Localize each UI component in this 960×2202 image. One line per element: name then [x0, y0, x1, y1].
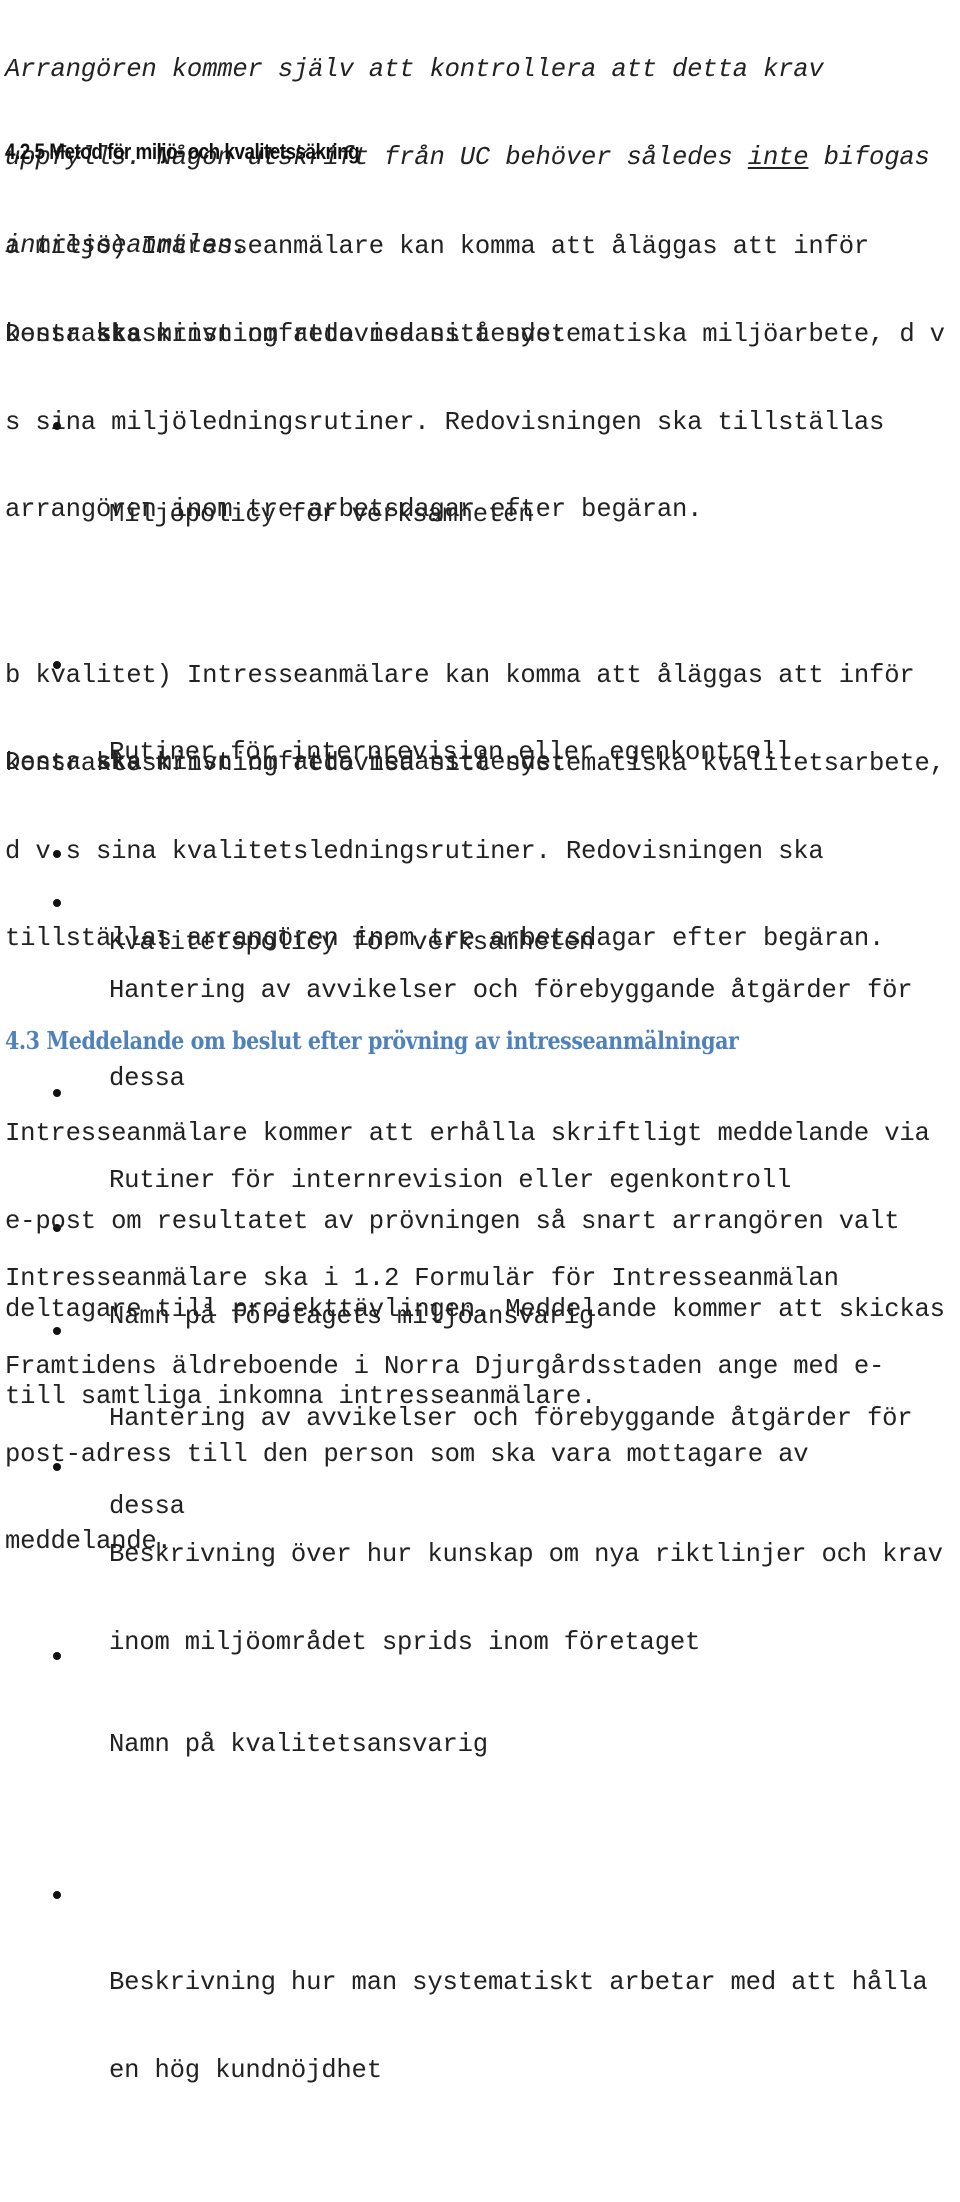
list-intro-text: minst omfatta nedanstående:	[141, 748, 566, 777]
part-a-list-intro: Dessa ska minst omfatta nedanstående:	[5, 320, 566, 349]
list-intro-bold: ska	[95, 748, 142, 777]
list-intro-text: Dessa	[5, 320, 96, 349]
underlined-word: inte	[747, 143, 809, 173]
paragraph-line: a miljö) Intresseanmälare kan komma att …	[5, 232, 870, 262]
list-item-text: Miljöpolicy för verksamheten	[109, 500, 534, 530]
list-item: Namn på kvalitetsansvarig	[5, 1642, 928, 1817]
paragraph-line: Framtidens äldreboende i Norra Djurgårds…	[5, 1352, 885, 1382]
list-item-text: Namn på kvalitetsansvarig	[109, 1730, 488, 1759]
paragraph-line: post-adress till den person som ska vara…	[5, 1439, 809, 1469]
list-intro-text: Dessa	[5, 748, 96, 777]
list-item: Beskrivning hur man systematiskt arbetar…	[5, 1881, 928, 2144]
section-heading-4-3: 4.3 Meddelande om beslut efter prövning …	[5, 1026, 739, 1055]
list-intro-text: minst omfatta nedanstående:	[141, 320, 566, 349]
list-intro-bold: ska	[95, 320, 142, 349]
list-item-text: en hög kundnöjdhet	[109, 2055, 382, 2085]
paragraph-line: b kvalitet) Intresseanmälare kan komma a…	[5, 661, 915, 691]
section-heading-4-2-5: 4.2.5 Metod för miljö- och kvalitetssäkr…	[5, 139, 360, 164]
bullet-icon	[53, 1890, 61, 1899]
intro-line: Arrangören kommer själv att kontrollera …	[5, 55, 824, 85]
paragraph-line: meddelande.	[5, 1527, 172, 1557]
list-item-text: Beskrivning hur man systematiskt arbetar…	[109, 1968, 928, 1998]
part-b-list-intro: Dessa ska minst omfatta nedanstående:	[5, 748, 566, 777]
bullet-icon	[53, 850, 61, 859]
list-item: Miljöpolicy för verksamheten	[5, 412, 943, 587]
intro-line-tail: bifogas	[808, 143, 930, 173]
section-4-3-paragraph-2: Intresseanmälare ska i 1.2 Formulär för …	[5, 1206, 884, 1615]
list-item: Kvalitetspolicy för verksamheten	[5, 840, 928, 1015]
list-item-text: Kvalitetspolicy för verksamheten	[109, 928, 595, 958]
bullet-icon	[53, 1652, 61, 1661]
paragraph-line: Intresseanmälare kommer att erhålla skri…	[5, 1119, 930, 1149]
paragraph-line: Intresseanmälare ska i 1.2 Formulär för …	[5, 1264, 839, 1294]
bullet-icon	[53, 422, 61, 431]
